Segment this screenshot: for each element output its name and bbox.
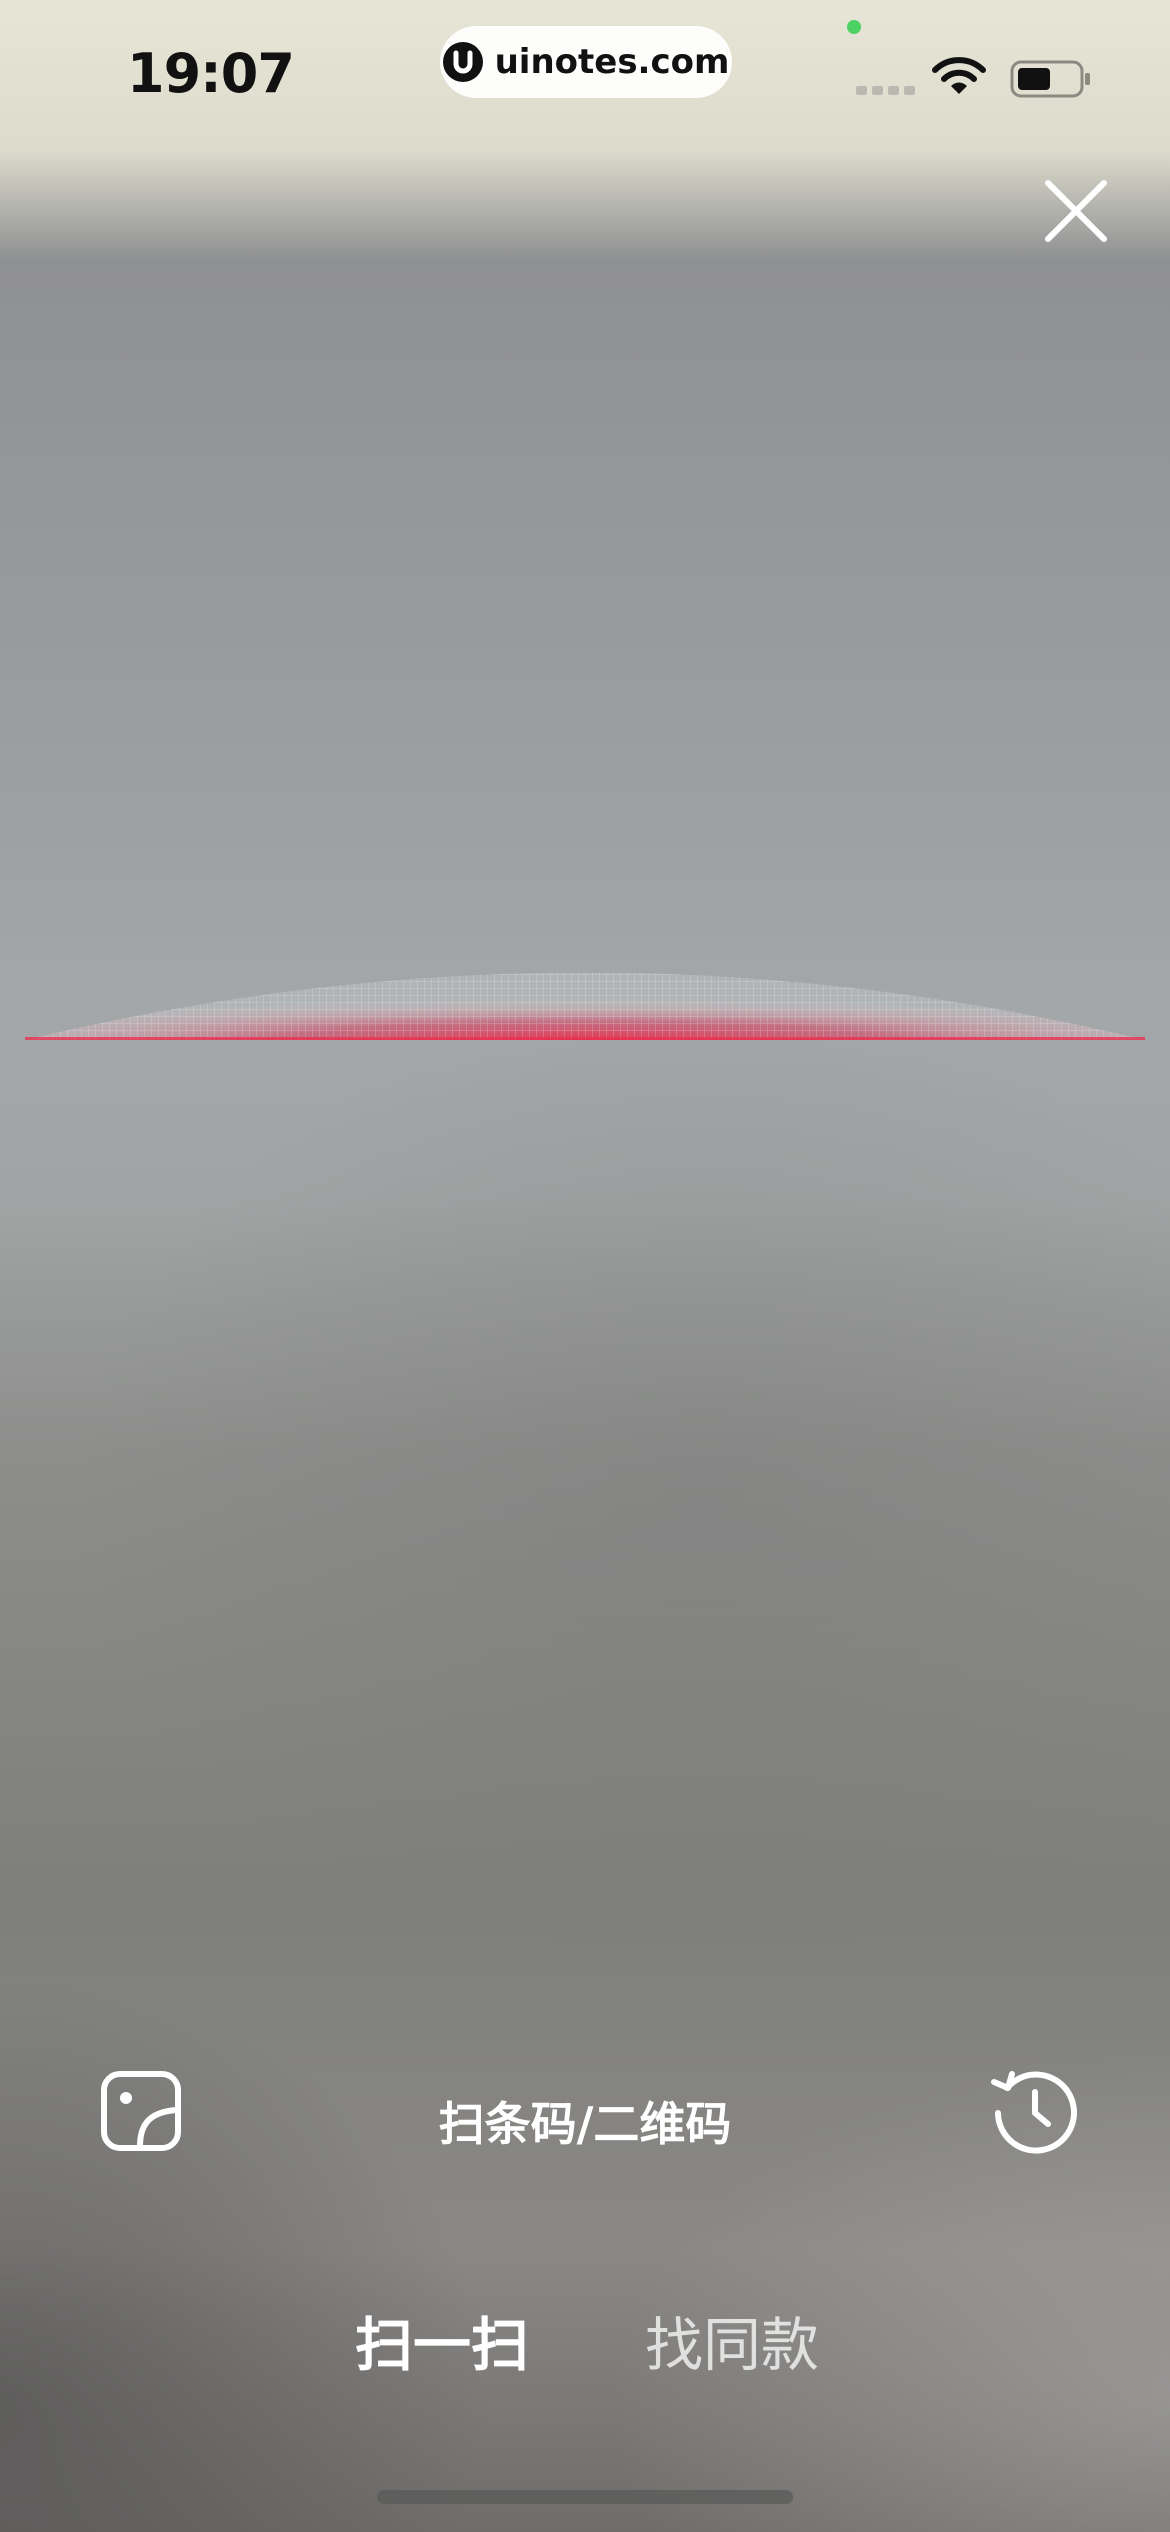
- status-time: 19:07: [127, 42, 295, 105]
- battery-icon: [1010, 60, 1090, 98]
- tab-scan[interactable]: 扫一扫: [355, 2305, 529, 2385]
- url-text: uinotes.com: [494, 42, 730, 82]
- close-icon[interactable]: [1040, 175, 1112, 247]
- tab-find-similar[interactable]: 找同款: [645, 2305, 819, 2385]
- wifi-icon: [932, 57, 986, 94]
- history-icon[interactable]: [990, 2066, 1080, 2156]
- scan-line: [25, 972, 1145, 1040]
- site-logo-icon: [442, 42, 483, 82]
- privacy-indicator-dot: [847, 20, 861, 34]
- url-pill[interactable]: uinotes.com: [440, 26, 732, 98]
- bottom-controls: 扫条码/二维码: [0, 2060, 1170, 2170]
- status-bar: 19:07 uinotes.com: [0, 0, 1170, 150]
- home-indicator[interactable]: [377, 2490, 793, 2504]
- mode-tabs: 扫一扫 找同款: [0, 2305, 1170, 2385]
- signal-icon: [856, 86, 915, 95]
